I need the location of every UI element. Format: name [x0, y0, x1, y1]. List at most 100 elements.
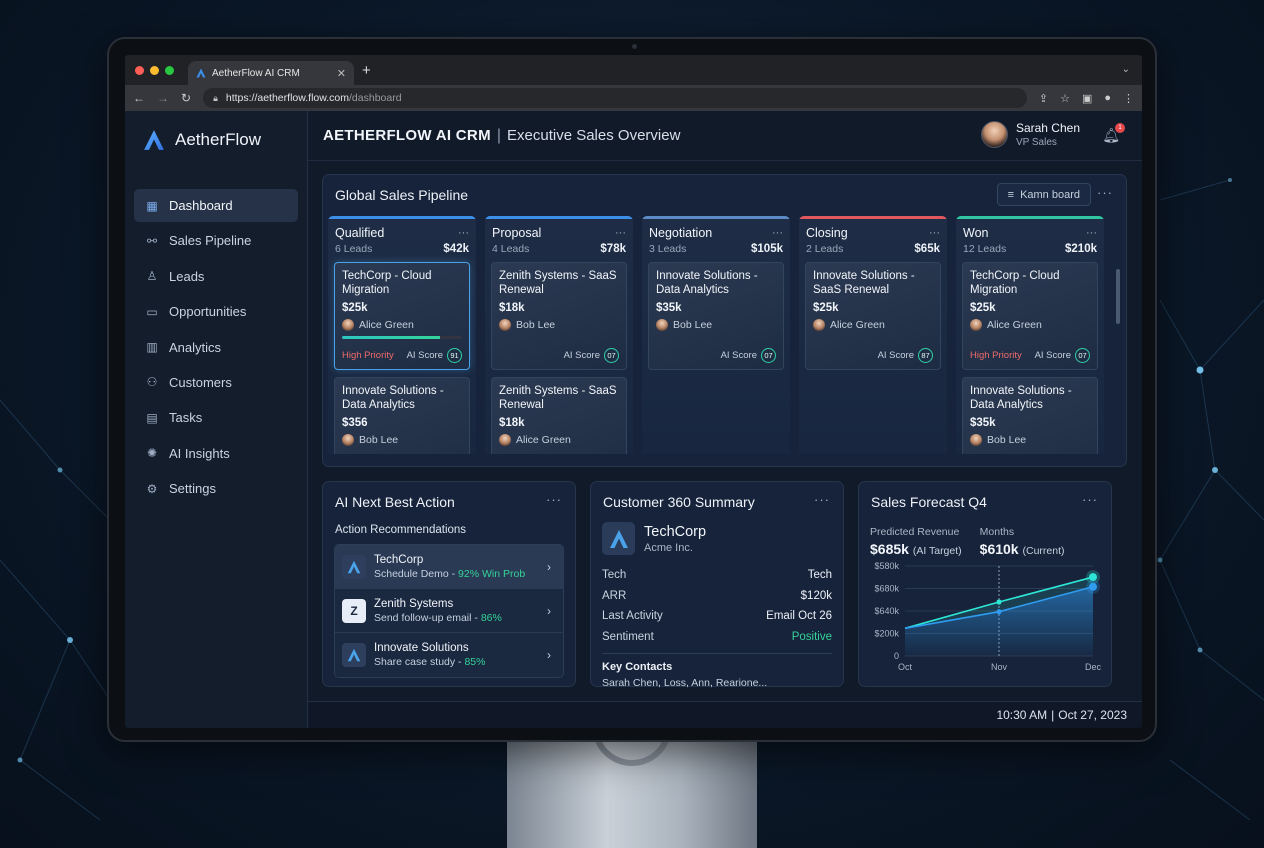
avatar [656, 319, 668, 331]
brand[interactable]: AetherFlow [125, 125, 307, 155]
forward-icon[interactable]: → [157, 91, 169, 105]
sidebar-item-ai-insights[interactable]: ✺ AI Insights [134, 437, 298, 470]
column-meta: 6 Leads $42k [335, 243, 469, 255]
users-icon: ⚇ [146, 375, 158, 390]
maximize-window-button[interactable] [165, 65, 174, 75]
sidebar-item-dashboard[interactable]: ▦ Dashboard [134, 189, 298, 222]
sidebar-item-settings[interactable]: ⚙ Settings [134, 472, 298, 505]
deal-progress-bar [342, 336, 462, 339]
url-path: /dashboard [349, 92, 402, 104]
action-item[interactable]: Z Zenith Systems Send follow-up email - 86… [335, 589, 563, 633]
column-more-icon[interactable]: ··· [1086, 227, 1097, 239]
deal-card[interactable]: TechCorp - Cloud Migration $25k Alice Gree… [334, 262, 470, 370]
bookmark-star-icon[interactable]: ☆ [1060, 92, 1070, 105]
brand-name: AetherFlow [175, 130, 261, 149]
data-point [1089, 582, 1097, 591]
sidepanel-icon[interactable]: ▣ [1082, 92, 1092, 105]
share-icon[interactable]: ⇪ [1039, 92, 1048, 105]
column-more-icon[interactable]: ··· [772, 227, 783, 239]
sidebar-item-label: Leads [169, 268, 205, 284]
column-more-icon[interactable]: ··· [615, 227, 626, 239]
gear-icon: ⚙ [146, 481, 158, 496]
deal-card[interactable]: Innovate Solutions - SaaS Renewal $25k Ali… [805, 262, 941, 370]
column-header: Negotiation ··· 3 Leads $105k [642, 219, 790, 255]
page-title: AETHERFLOW AI CRM [323, 127, 491, 144]
action-description: Share case study - [374, 656, 465, 668]
pipeline-scrollbar[interactable] [1116, 269, 1120, 324]
column-meta: 2 Leads $65k [806, 243, 940, 255]
column-more-icon[interactable]: ··· [929, 227, 940, 239]
deal-progress-fill [342, 336, 441, 339]
data-point [996, 609, 1002, 615]
user-profile[interactable]: Sarah Chen VP Sales [980, 121, 1080, 148]
column-header: Proposal ··· 4 Leads $78k [485, 219, 633, 255]
sidebar-item-leads[interactable]: ♙ Leads [134, 260, 298, 293]
detail-key: Last Activity [602, 610, 663, 623]
back-icon[interactable]: ← [133, 91, 145, 105]
pipeline-columns: Qualified ··· 6 Leads $42k TechCorp - Cloud … [328, 216, 1104, 454]
browser-tab[interactable]: AetherFlow AI CRM ✕ [188, 61, 354, 85]
pipeline-column-proposal: Proposal ··· 4 Leads $78k Zenith Systems - S… [485, 216, 633, 454]
filter-icon: ≡ [1007, 188, 1015, 201]
deal-card[interactable]: Zenith Systems - SaaS Renewal $18k Bob Lee… [491, 262, 627, 370]
deal-amount: $25k [813, 302, 839, 314]
chevron-right-icon: › [547, 603, 551, 618]
deal-amount: $18k [499, 302, 525, 314]
sidebar-item-label: Settings [169, 481, 216, 497]
ai-score-label: AI Score [1034, 350, 1071, 361]
lightbulb-icon: ✺ [146, 446, 158, 461]
pipeline-more-icon[interactable]: ··· [1097, 185, 1113, 200]
deal-card[interactable]: Innovate Solutions - Data Analytics $35k B… [648, 262, 784, 370]
ai-score: AI Score 07 [721, 348, 776, 363]
sidebar-item-label: Tasks [169, 410, 203, 426]
tab-list-chevron-icon[interactable]: ⌄ [1122, 64, 1130, 75]
close-tab-icon[interactable]: ✕ [337, 67, 346, 80]
nba-more-icon[interactable]: ··· [546, 492, 562, 507]
owner-name: Bob Lee [673, 319, 713, 331]
window-controls [125, 65, 174, 75]
column-name: Won [963, 226, 989, 240]
sidebar-item-analytics[interactable]: ▥ Analytics [134, 331, 298, 364]
new-tab-button[interactable]: + [362, 62, 371, 79]
c360-more-icon[interactable]: ··· [814, 492, 830, 507]
deal-card[interactable]: TechCorp - Cloud Migration $25k Alice Gree… [962, 262, 1098, 370]
avatar [499, 434, 511, 446]
deal-card[interactable]: Innovate Solutions - Data Analytics $35k B… [962, 377, 1098, 454]
action-description: Send follow-up email - [374, 611, 481, 624]
address-bar[interactable]: 🔒︎ https://aetherflow.flow.com/dashboard [203, 88, 1027, 108]
kanban-board-button[interactable]: ≡ Kamn board [996, 183, 1091, 206]
company-logo-icon [342, 643, 366, 667]
company-logo-icon [342, 554, 366, 579]
sidebar-item-customers[interactable]: ⚇ Customers [134, 366, 298, 399]
deal-footer: AI Score 07 [499, 348, 619, 363]
customer-360-panel: Customer 360 Summary ··· TechCorp Acme I… [590, 481, 844, 689]
customer-detail-row: Sentiment Positive [591, 627, 843, 648]
sidebar-item-label: Sales Pipeline [169, 233, 252, 249]
sidebar-item-tasks[interactable]: ▤ Tasks [134, 401, 298, 434]
avatar [813, 319, 825, 331]
pipeline-column-negotiation: Negotiation ··· 3 Leads $105k Innovate Solut… [642, 216, 790, 454]
column-title-row: Won ··· [963, 226, 1097, 240]
win-probability: 92% Win Prob [458, 567, 526, 580]
x-tick-label: Oct [898, 662, 913, 672]
column-title-row: Proposal ··· [492, 226, 626, 240]
close-window-button[interactable] [135, 65, 144, 75]
profile-icon[interactable]: ● [1104, 92, 1111, 105]
sidebar-item-opportunities[interactable]: ▭ Opportunities [134, 295, 298, 328]
deal-owner: Alice Green [499, 434, 619, 446]
column-name: Proposal [492, 226, 542, 240]
action-item[interactable]: Innovate Solutions Share case study - 85%… [335, 633, 563, 677]
customer-details: Tech Tech ARR $120k Last Activity Email Oct 2… [591, 565, 843, 647]
tab-title: AetherFlow AI CRM [212, 67, 300, 79]
column-more-icon[interactable]: ··· [458, 227, 469, 239]
sidebar-item-sales-pipeline[interactable]: ⚯ Sales Pipeline [134, 224, 298, 257]
browser-menu-icon[interactable]: ⋮ [1123, 92, 1134, 105]
minimize-window-button[interactable] [150, 65, 159, 75]
action-item[interactable]: TechCorp Schedule Demo - 92% Win Prob › [335, 545, 563, 589]
reload-icon[interactable]: ↻ [181, 91, 191, 105]
deal-owner: Bob Lee [970, 434, 1090, 446]
deal-card[interactable]: Innovate Solutions - Data Analytics $356 B… [334, 377, 470, 454]
y-tick-label: $640k [874, 606, 899, 616]
forecast-more-icon[interactable]: ··· [1082, 492, 1098, 507]
deal-card[interactable]: Zenith Systems - SaaS Renewal $18k Alice G… [491, 377, 627, 454]
